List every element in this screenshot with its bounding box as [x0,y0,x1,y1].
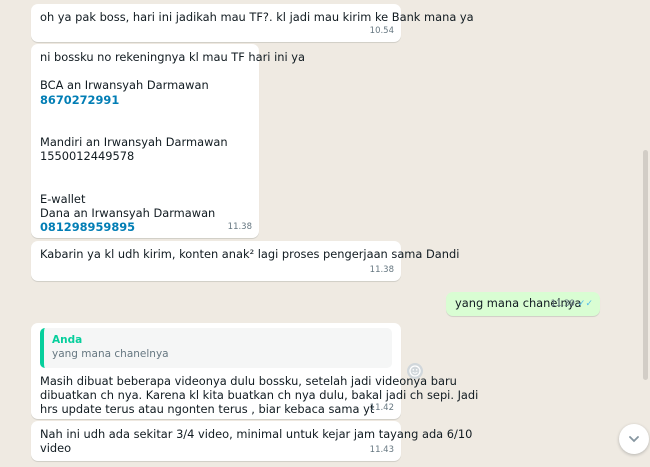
message-text: 1550012449578 [40,149,135,164]
scrollbar[interactable] [643,150,648,380]
message-bubble[interactable]: ni bossku no rekeningnya kl mau TF hari … [31,44,305,238]
message-time: 11.42 [369,402,394,413]
chevron-down-icon [629,436,639,443]
chat-panel: oh ya pak boss, hari ini jadikah mau TF?… [0,0,650,467]
message-time: 11.43 [369,444,394,455]
outgoing-message-bubble[interactable]: yang mana chanelnya 11.39 ✓✓ [446,292,600,316]
message-bubble[interactable]: oh ya pak boss, hari ini jadikah mau TF?… [31,4,474,42]
double-check-icon: ✓✓ [577,298,593,309]
message-time: 11.38 [227,221,252,232]
message-text: hrs update terus atau ngonten terus , bi… [40,402,375,417]
quoted-message[interactable]: Anda yang mana chanelnya [40,328,392,368]
message-text: Mandiri an Irwansyah Darmawan [40,135,228,150]
phone-number-link[interactable]: 081298959895 [40,220,250,234]
message-bubble[interactable]: Nah ini udh ada sekitar 3/4 video, minim… [31,421,473,461]
message-text: Kabarin ya kl udh kirim, konten anak² la… [40,247,460,261]
scroll-down-button[interactable] [619,424,649,454]
message-text: video [40,441,72,456]
message-text: Nah ini udh ada sekitar 3/4 video, minim… [40,427,473,441]
message-text: oh ya pak boss, hari ini jadikah mau TF?… [40,10,474,24]
message-text: E-wallet [40,191,86,206]
message-text [40,64,250,78]
message-text: Dana an Irwansyah Darmawan [40,206,216,221]
message-bubble[interactable]: Kabarin ya kl udh kirim, konten anak² la… [31,241,460,281]
emoji-reaction-icon[interactable] [407,363,423,379]
account-number-link[interactable]: 8670272991 [40,93,250,107]
reply-message-bubble[interactable]: Anda yang mana chanelnya Masih dibuat be… [31,323,479,419]
quote-text: yang mana chanelnya [52,348,169,360]
message-text: BCA an Irwansyah Darmawan [40,78,209,93]
message-text: Masih dibuat beberapa videonya dulu boss… [40,374,457,388]
message-text [40,164,250,178]
message-time: 10.54 [369,25,394,36]
quote-author: Anda [52,334,83,346]
message-text [40,178,250,192]
message-text: dibuatkan ch nya. Karena kl kita buatkan… [40,388,479,403]
message-text [40,107,250,121]
message-text: ni bossku no rekeningnya kl mau TF hari … [40,50,305,64]
message-text [40,121,250,135]
message-time: 11.38 [369,264,394,275]
message-time: 11.39 ✓✓ [550,298,593,309]
